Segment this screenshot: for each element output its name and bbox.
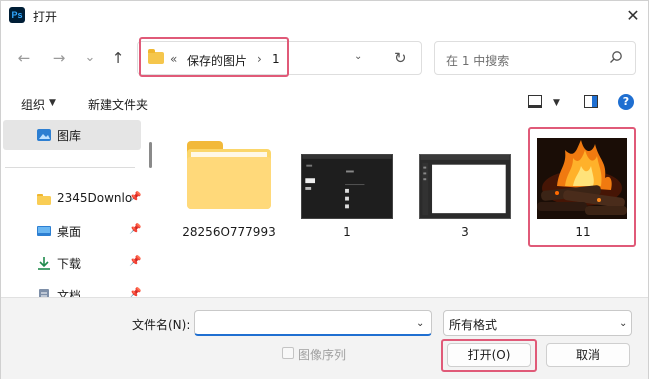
image-sequence-label: 图像序列 bbox=[298, 348, 347, 362]
file-name: 11 bbox=[575, 225, 591, 239]
cancel-button[interactable]: 取消 bbox=[546, 343, 630, 367]
sidebar-item-2345downloads[interactable]: 2345Downlo 📌 bbox=[3, 184, 141, 214]
refresh-icon[interactable]: ↻ bbox=[394, 49, 407, 67]
forward-button[interactable]: → bbox=[48, 47, 70, 69]
open-button-highlight bbox=[441, 339, 537, 372]
pin-icon: 📌 bbox=[129, 224, 142, 235]
filename-input[interactable] bbox=[194, 310, 432, 336]
file-name: 3 bbox=[461, 225, 469, 239]
help-icon[interactable]: ? bbox=[618, 94, 634, 110]
image-sequence-checkbox[interactable] bbox=[282, 347, 294, 359]
address-dropdown-icon[interactable]: ⌄ bbox=[354, 51, 362, 62]
new-folder-button[interactable]: 新建文件夹 bbox=[88, 96, 148, 113]
title-bar: Ps 打开 ✕ bbox=[1, 1, 648, 31]
file-type-chevron-icon[interactable]: ⌄ bbox=[619, 318, 627, 329]
image-thumbnail bbox=[419, 154, 511, 219]
sidebar-item-gallery[interactable]: 图库 bbox=[3, 120, 141, 150]
sidebar-item-label: 2345Downlo bbox=[57, 191, 133, 205]
open-file-dialog: Ps 打开 ✕ ← → ⌄ ↑ « 保存的图片 › 1 ⌄ ↻ 在 1 中搜索 … bbox=[0, 0, 649, 379]
view-mode-icon[interactable] bbox=[528, 95, 542, 108]
file-name: 1 bbox=[343, 225, 351, 239]
organize-button[interactable]: 组织 bbox=[21, 96, 45, 113]
chevron-down-icon: ▼ bbox=[49, 98, 56, 108]
filename-label: 文件名(N): bbox=[132, 318, 191, 332]
pin-icon: 📌 bbox=[129, 256, 142, 267]
back-button[interactable]: ← bbox=[13, 47, 35, 69]
campfire-image-thumbnail bbox=[537, 138, 627, 219]
sidebar-scrollbar-thumb[interactable] bbox=[149, 142, 152, 168]
recent-locations-button[interactable]: ⌄ bbox=[79, 47, 101, 69]
gallery-icon bbox=[37, 129, 51, 141]
search-icon[interactable] bbox=[609, 50, 623, 64]
address-highlight bbox=[139, 37, 289, 77]
file-type-value: 所有格式 bbox=[449, 318, 498, 332]
sidebar-item-documents[interactable]: 文档 📌 bbox=[3, 280, 141, 297]
file-name: 28256O777993 bbox=[182, 225, 276, 239]
sidebar-item-downloads[interactable]: 下载 📌 bbox=[3, 248, 141, 278]
desktop-icon bbox=[37, 226, 51, 236]
sidebar-item-label: 图库 bbox=[57, 129, 82, 143]
sidebar-divider bbox=[5, 167, 135, 168]
sidebar-item-desktop[interactable]: 桌面 📌 bbox=[3, 216, 141, 246]
sidebar-item-label: 下载 bbox=[57, 257, 82, 271]
navigation-pane: 图库 2345Downlo 📌 桌面 📌 下载 📌 文档 📌 bbox=[1, 119, 156, 297]
dialog-title: 打开 bbox=[33, 10, 58, 24]
sidebar-item-label: 文档 bbox=[57, 289, 82, 297]
image-thumbnail bbox=[301, 154, 393, 219]
search-placeholder: 在 1 中搜索 bbox=[446, 54, 510, 68]
folder-icon bbox=[37, 194, 51, 205]
download-icon bbox=[38, 257, 50, 270]
preview-pane-icon[interactable] bbox=[584, 95, 598, 108]
large-folder-front bbox=[187, 157, 271, 209]
filename-dropdown-icon[interactable]: ⌄ bbox=[416, 318, 424, 329]
up-button[interactable]: ↑ bbox=[107, 47, 129, 69]
close-icon[interactable]: ✕ bbox=[621, 4, 645, 28]
document-icon bbox=[39, 289, 49, 297]
view-options-chevron-icon[interactable]: ▼ bbox=[553, 98, 560, 108]
sidebar-item-label: 桌面 bbox=[57, 225, 82, 239]
photoshop-icon: Ps bbox=[9, 7, 25, 23]
pin-icon: 📌 bbox=[129, 288, 142, 297]
pin-icon: 📌 bbox=[129, 192, 142, 203]
